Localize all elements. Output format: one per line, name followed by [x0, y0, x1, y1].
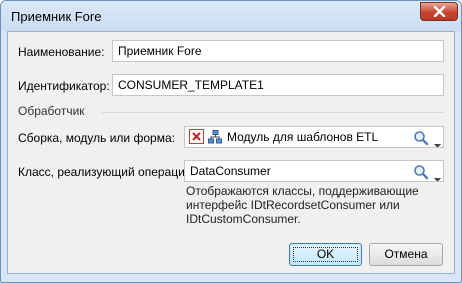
handler-section-title: Обработчик [18, 104, 85, 118]
class-value: DataConsumer [190, 164, 271, 178]
cancel-button[interactable]: Отмена [369, 243, 443, 266]
identifier-field[interactable]: CONSUMER_TEMPLATE1 [112, 74, 444, 96]
section-divider [102, 112, 444, 113]
identifier-label: Идентификатор: [18, 79, 110, 93]
dialog-body: Наименование: Приемник Fore Идентификато… [7, 31, 455, 274]
search-icon[interactable] [413, 130, 429, 147]
class-hint: Отображаются классы, поддерживающие инте… [186, 184, 436, 226]
class-selector[interactable]: DataConsumer [184, 160, 444, 182]
window-title: Приемник Fore [11, 9, 102, 24]
close-icon [433, 6, 446, 17]
module-icon [208, 130, 222, 147]
close-button[interactable] [420, 2, 458, 21]
chevron-down-icon[interactable] [434, 135, 441, 147]
hint-line: интерфейс IDtRecordsetConsumer или [186, 198, 400, 212]
dialog-window: Приемник Fore Наименование: Приемник For… [0, 0, 462, 283]
title-bar: Приемник Fore [1, 1, 461, 31]
class-search-icon[interactable] [413, 164, 429, 181]
cancel-button-label: Отмена [384, 247, 428, 261]
assembly-label: Сборка, модуль или форма: [18, 131, 175, 145]
ok-button[interactable]: OK [289, 243, 362, 266]
class-chevron-down-icon[interactable] [434, 169, 441, 181]
hint-line: Отображаются классы, поддерживающие [186, 184, 419, 198]
clear-icon[interactable] [189, 129, 204, 144]
assembly-selector[interactable]: Модуль для шаблонов ETL [184, 126, 444, 148]
name-field[interactable]: Приемник Fore [112, 40, 444, 62]
hint-line: IDtCustomConsumer. [186, 212, 301, 226]
focus-rect [293, 247, 358, 262]
assembly-value: Модуль для шаблонов ETL [227, 130, 379, 144]
name-label: Наименование: [18, 45, 105, 59]
class-label: Класс, реализующий операции: [18, 165, 195, 179]
